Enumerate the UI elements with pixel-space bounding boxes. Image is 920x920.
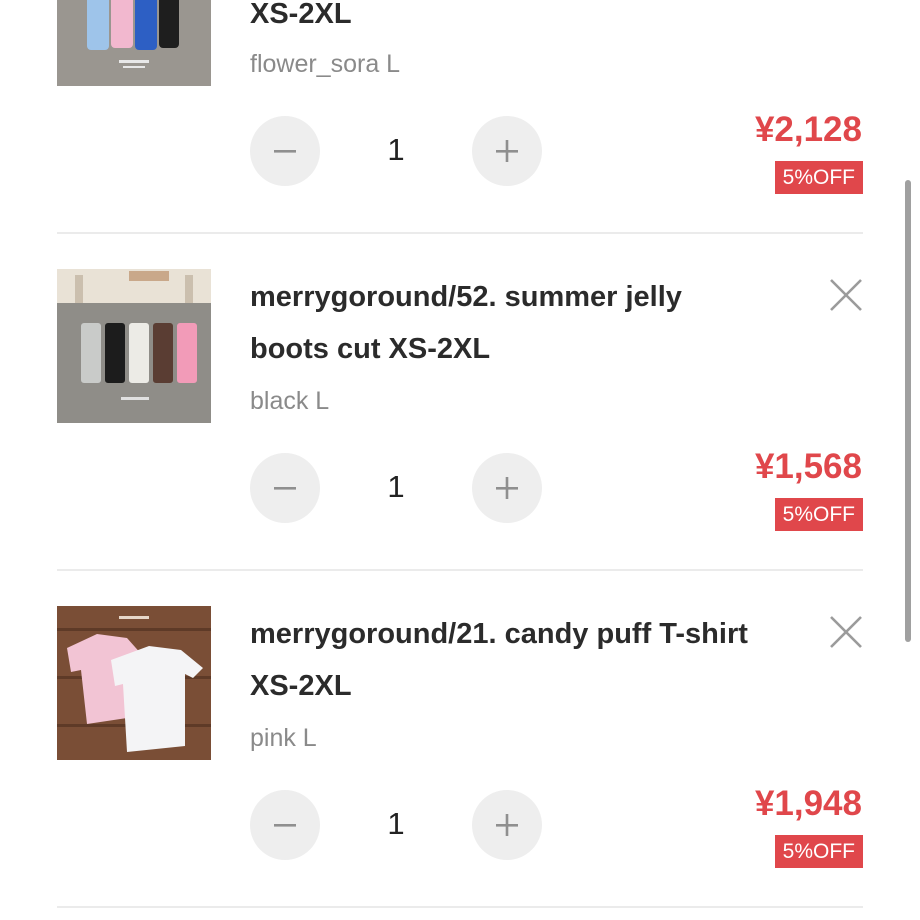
plus-icon	[496, 477, 518, 499]
plus-icon	[496, 140, 518, 162]
remove-item-button[interactable]	[826, 275, 866, 315]
product-title-line: merrygoround/21. candy puff T-shirt	[250, 618, 748, 650]
minus-icon	[274, 487, 296, 490]
product-variant: flower_sora L	[250, 50, 401, 78]
scrollbar[interactable]	[905, 180, 911, 642]
product-photo-icon	[57, 0, 211, 86]
quantity-value: 1	[387, 132, 405, 167]
product-title-line: merrygoround/52. summer jelly	[250, 281, 682, 313]
discount-badge: 5%OFF	[774, 835, 863, 868]
product-title[interactable]: XS-2XL	[250, 0, 810, 40]
cart-page: XS-2XL flower_sora L 1 ¥2,128 5%OFF merr…	[0, 0, 920, 920]
remove-item-button[interactable]	[826, 612, 866, 652]
minus-icon	[274, 824, 296, 827]
product-title[interactable]: merrygoround/21. candy puff T-shirt XS-2…	[250, 608, 810, 712]
product-title-line: XS-2XL	[250, 670, 352, 702]
product-thumbnail[interactable]	[57, 0, 211, 86]
cart-item: merrygoround/52. summer jelly boots cut …	[0, 169, 920, 571]
product-thumbnail[interactable]	[57, 269, 211, 423]
close-icon	[830, 279, 862, 311]
product-photo-icon	[57, 606, 211, 760]
product-thumbnail[interactable]	[57, 606, 211, 760]
product-title-line: boots cut XS-2XL	[250, 333, 491, 365]
cart-item: merrygoround/21. candy puff T-shirt XS-2…	[0, 506, 920, 908]
close-icon	[830, 616, 862, 648]
item-price: ¥2,128	[754, 110, 862, 149]
quantity-value: 1	[387, 469, 405, 504]
product-title[interactable]: merrygoround/52. summer jelly boots cut …	[250, 271, 810, 375]
quantity-value: 1	[387, 806, 405, 841]
plus-icon	[496, 814, 518, 836]
item-price: ¥1,948	[754, 784, 862, 823]
cart-item: XS-2XL flower_sora L 1 ¥2,128 5%OFF	[0, 0, 920, 234]
product-variant: black L	[250, 387, 330, 415]
increase-quantity-button[interactable]	[472, 790, 542, 860]
item-divider	[57, 906, 863, 908]
product-photo-icon	[57, 269, 211, 423]
product-variant: pink L	[250, 724, 317, 752]
minus-icon	[274, 150, 296, 153]
item-price: ¥1,568	[754, 447, 862, 486]
decrease-quantity-button[interactable]	[250, 790, 320, 860]
